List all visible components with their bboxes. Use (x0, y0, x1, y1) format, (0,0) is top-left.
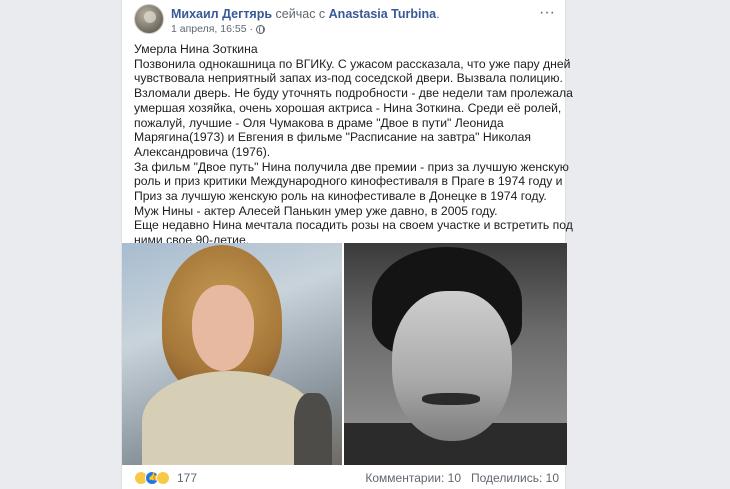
tagged-user-link[interactable]: Anastasia Turbina (329, 7, 436, 21)
post-text-line: Марягина(1973) и Евгения в фильме "Распи… (134, 130, 531, 145)
more-options-button[interactable]: ··· (539, 5, 555, 21)
shares-count-link[interactable]: Поделились: 10 (471, 471, 559, 485)
photo-man[interactable] (344, 243, 567, 465)
reactions-summary[interactable]: 177 (134, 471, 197, 485)
post-text-line: чувствовала неприятный запах из-под сосе… (134, 71, 563, 86)
post-text-line: умершая хозяйка, очень хорошая актриса -… (134, 100, 562, 115)
post-text-line: роль и приз критики Международного киноф… (134, 174, 563, 189)
photo-grid (122, 243, 567, 465)
post-text: Умерла Нина Зоткина Позвонила однокашница… (134, 42, 573, 248)
post-stats: Комментарии: 10 Поделились: 10 (365, 471, 559, 485)
post-text-line: За фильм "Двое путь" Нина получила две п… (134, 159, 569, 174)
reaction-count: 177 (177, 471, 198, 485)
post-text-line: Еще недавно Нина мечтала посадить розы н… (134, 218, 573, 233)
post-text-line: пожалуй, лучшие - Оля Чумакова в драме "… (134, 115, 504, 130)
avatar[interactable] (134, 4, 164, 34)
post-text-line: Приз за лучшую женскую роль на кинофести… (134, 189, 547, 204)
post-text-line: Муж Нины - актер Алесей Панькин умер уже… (134, 203, 498, 218)
post-meta: 1 апреля, 16:55 · (171, 23, 266, 35)
wow-icon (156, 471, 170, 485)
post-text-line: Умерла Нина Зоткина (134, 42, 258, 56)
comments-count-link[interactable]: Комментарии: 10 (365, 471, 461, 485)
post-header: Михаил Дегтярь сейчас с Anastasia Turbin… (134, 4, 557, 38)
globe-icon (256, 24, 266, 34)
post-action: сейчас с (275, 7, 326, 21)
post-text-line: Позвонила однокашница по ВГИКу. С ужасом… (134, 56, 571, 71)
post-footer: 177 Комментарии: 10 Поделились: 10 (134, 470, 559, 486)
post-text-line: Александровича (1976). (134, 144, 271, 159)
photo-woman[interactable] (122, 243, 342, 465)
post-card: Михаил Дегтярь сейчас с Anastasia Turbin… (121, 0, 573, 489)
post-text-line: Взломали дверь. Не буду уточнять подробн… (134, 86, 573, 101)
author-line: Михаил Дегтярь сейчас с Anastasia Turbin… (171, 7, 440, 21)
author-name-link[interactable]: Михаил Дегтярь (171, 7, 272, 21)
post-timestamp-link[interactable]: 1 апреля, 16:55 (171, 23, 247, 35)
